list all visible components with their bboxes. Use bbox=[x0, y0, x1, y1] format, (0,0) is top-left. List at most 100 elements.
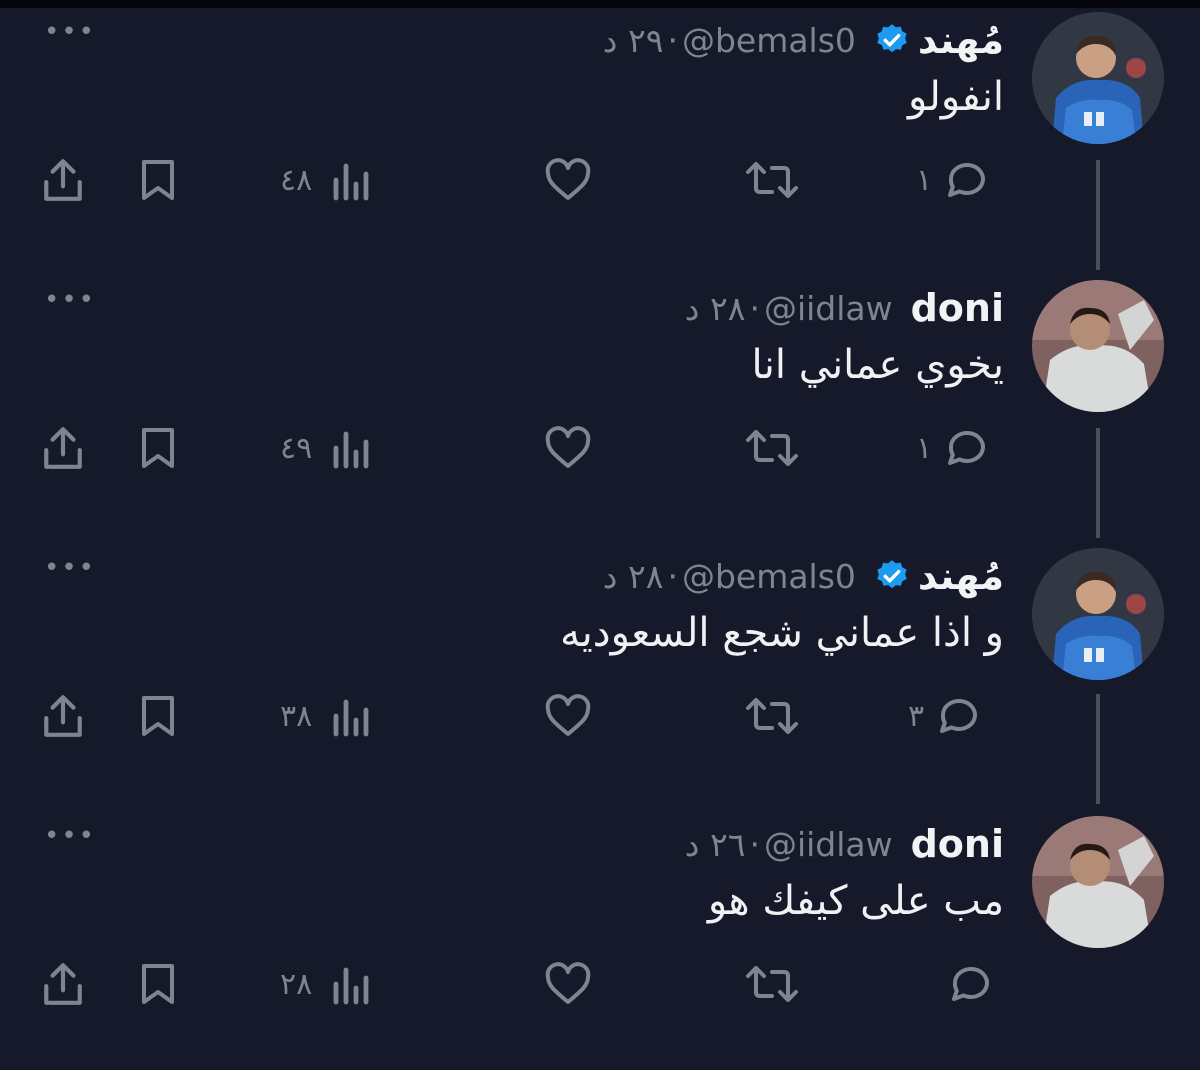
handle: @iidlaw bbox=[763, 288, 893, 328]
like-button[interactable] bbox=[542, 954, 594, 1014]
separator-dot: · bbox=[749, 824, 760, 864]
share-button[interactable] bbox=[40, 686, 86, 746]
avatar[interactable] bbox=[1032, 548, 1164, 680]
display-name[interactable]: مُهند bbox=[918, 18, 1004, 62]
like-icon bbox=[542, 694, 594, 738]
views-button[interactable]: ٣٨ bbox=[280, 686, 374, 746]
tweet[interactable]: مُهند ٢٨ د · @bemals0 ••• و اذا عماني شجع … bbox=[0, 536, 1200, 802]
share-button[interactable] bbox=[40, 150, 86, 210]
handle-time[interactable]: ٢٩ د · @bemals0 bbox=[603, 21, 856, 60]
more-icon[interactable]: ••• bbox=[44, 19, 96, 45]
display-name[interactable]: مُهند bbox=[918, 554, 1004, 598]
handle-time[interactable]: ٢٦ د · @iidlaw bbox=[685, 825, 893, 864]
retweet-button[interactable] bbox=[742, 954, 802, 1014]
like-button[interactable] bbox=[542, 150, 594, 210]
retweet-button[interactable] bbox=[742, 418, 802, 478]
tweet-text: و اذا عماني شجع السعوديه bbox=[560, 610, 1004, 656]
reply-button[interactable] bbox=[946, 954, 996, 1014]
handle: @bemals0 bbox=[681, 20, 856, 60]
views-count: ٣٨ bbox=[280, 698, 313, 734]
more-icon[interactable]: ••• bbox=[44, 287, 96, 313]
views-icon bbox=[330, 694, 374, 738]
tweet-time: ٢٨ د bbox=[602, 556, 664, 596]
tweet-text: يخوي عماني انا bbox=[751, 342, 1004, 388]
separator-dot: · bbox=[667, 556, 678, 596]
bookmark-icon bbox=[136, 426, 180, 470]
reply-button[interactable]: ١ bbox=[916, 418, 992, 478]
handle-time[interactable]: ٢٨ د · @iidlaw bbox=[685, 289, 893, 328]
separator-dot: · bbox=[749, 288, 760, 328]
bookmark-button[interactable] bbox=[136, 418, 180, 478]
share-button[interactable] bbox=[40, 954, 86, 1014]
display-name[interactable]: doni bbox=[911, 286, 1004, 330]
views-icon bbox=[330, 426, 374, 470]
bookmark-icon bbox=[136, 694, 180, 738]
reply-button[interactable]: ٣ bbox=[908, 686, 984, 746]
tweet-header: مُهند ٢٨ د · @bemals0 bbox=[603, 554, 1004, 598]
action-bar: ٢٨ bbox=[0, 954, 1200, 1014]
bookmark-button[interactable] bbox=[136, 954, 180, 1014]
more-icon[interactable]: ••• bbox=[44, 823, 96, 849]
like-icon bbox=[542, 158, 594, 202]
bookmark-icon bbox=[136, 962, 180, 1006]
tweet-header: doni ٢٨ د · @iidlaw bbox=[685, 286, 1004, 330]
retweet-button[interactable] bbox=[742, 686, 802, 746]
views-button[interactable]: ٢٨ bbox=[280, 954, 374, 1014]
reply-button[interactable]: ١ bbox=[916, 150, 992, 210]
action-bar: ١ ٤٨ bbox=[0, 150, 1200, 210]
tweet-text: مب على كيفك هو bbox=[707, 878, 1004, 924]
reply-icon bbox=[934, 694, 984, 738]
handle-time[interactable]: ٢٨ د · @bemals0 bbox=[603, 557, 856, 596]
verified-icon bbox=[874, 558, 910, 594]
views-count: ٤٨ bbox=[280, 162, 313, 198]
share-icon bbox=[40, 693, 86, 739]
like-icon bbox=[542, 962, 594, 1006]
reply-count: ١ bbox=[916, 162, 933, 198]
reply-icon bbox=[946, 962, 996, 1006]
share-icon bbox=[40, 961, 86, 1007]
retweet-icon bbox=[742, 962, 802, 1006]
tweet-time: ٢٦ د bbox=[684, 824, 746, 864]
share-icon bbox=[40, 157, 86, 203]
bookmark-button[interactable] bbox=[136, 150, 180, 210]
like-button[interactable] bbox=[542, 686, 594, 746]
share-button[interactable] bbox=[40, 418, 86, 478]
avatar[interactable] bbox=[1032, 280, 1164, 412]
reply-icon bbox=[942, 158, 992, 202]
reply-icon bbox=[942, 426, 992, 470]
retweet-icon bbox=[742, 426, 802, 470]
bookmark-icon bbox=[136, 158, 180, 202]
avatar[interactable] bbox=[1032, 816, 1164, 948]
retweet-button[interactable] bbox=[742, 150, 802, 210]
handle: @bemals0 bbox=[681, 556, 856, 596]
tweet-text: انفولو bbox=[908, 74, 1004, 120]
views-button[interactable]: ٤٨ bbox=[280, 150, 374, 210]
like-icon bbox=[542, 426, 594, 470]
avatar[interactable] bbox=[1032, 12, 1164, 144]
reply-count: ١ bbox=[916, 430, 933, 466]
share-icon bbox=[40, 425, 86, 471]
tweet-header: مُهند ٢٩ د · @bemals0 bbox=[603, 18, 1004, 62]
retweet-icon bbox=[742, 694, 802, 738]
action-bar: ١ ٤٩ bbox=[0, 418, 1200, 478]
verified-icon bbox=[874, 22, 910, 58]
tweet[interactable]: doni ٢٨ د · @iidlaw ••• يخوي عماني انا ١ ٤… bbox=[0, 268, 1200, 534]
bookmark-button[interactable] bbox=[136, 686, 180, 746]
more-icon[interactable]: ••• bbox=[44, 555, 96, 581]
tweet-time: ٢٩ د bbox=[602, 20, 664, 60]
tweet[interactable]: doni ٢٦ د · @iidlaw ••• مب على كيفك هو ٢٨ bbox=[0, 804, 1200, 1070]
like-button[interactable] bbox=[542, 418, 594, 478]
views-count: ٤٩ bbox=[280, 430, 313, 466]
separator-dot: · bbox=[667, 20, 678, 60]
tweet[interactable]: مُهند ٢٩ د · @bemals0 ••• انفولو ١ ٤٨ bbox=[0, 0, 1200, 266]
retweet-icon bbox=[742, 158, 802, 202]
views-icon bbox=[330, 158, 374, 202]
tweet-header: doni ٢٦ د · @iidlaw bbox=[685, 822, 1004, 866]
views-count: ٢٨ bbox=[280, 966, 313, 1002]
views-button[interactable]: ٤٩ bbox=[280, 418, 374, 478]
handle: @iidlaw bbox=[763, 824, 893, 864]
reply-count: ٣ bbox=[908, 698, 925, 734]
tweet-time: ٢٨ د bbox=[684, 288, 746, 328]
display-name[interactable]: doni bbox=[911, 822, 1004, 866]
views-icon bbox=[330, 962, 374, 1006]
